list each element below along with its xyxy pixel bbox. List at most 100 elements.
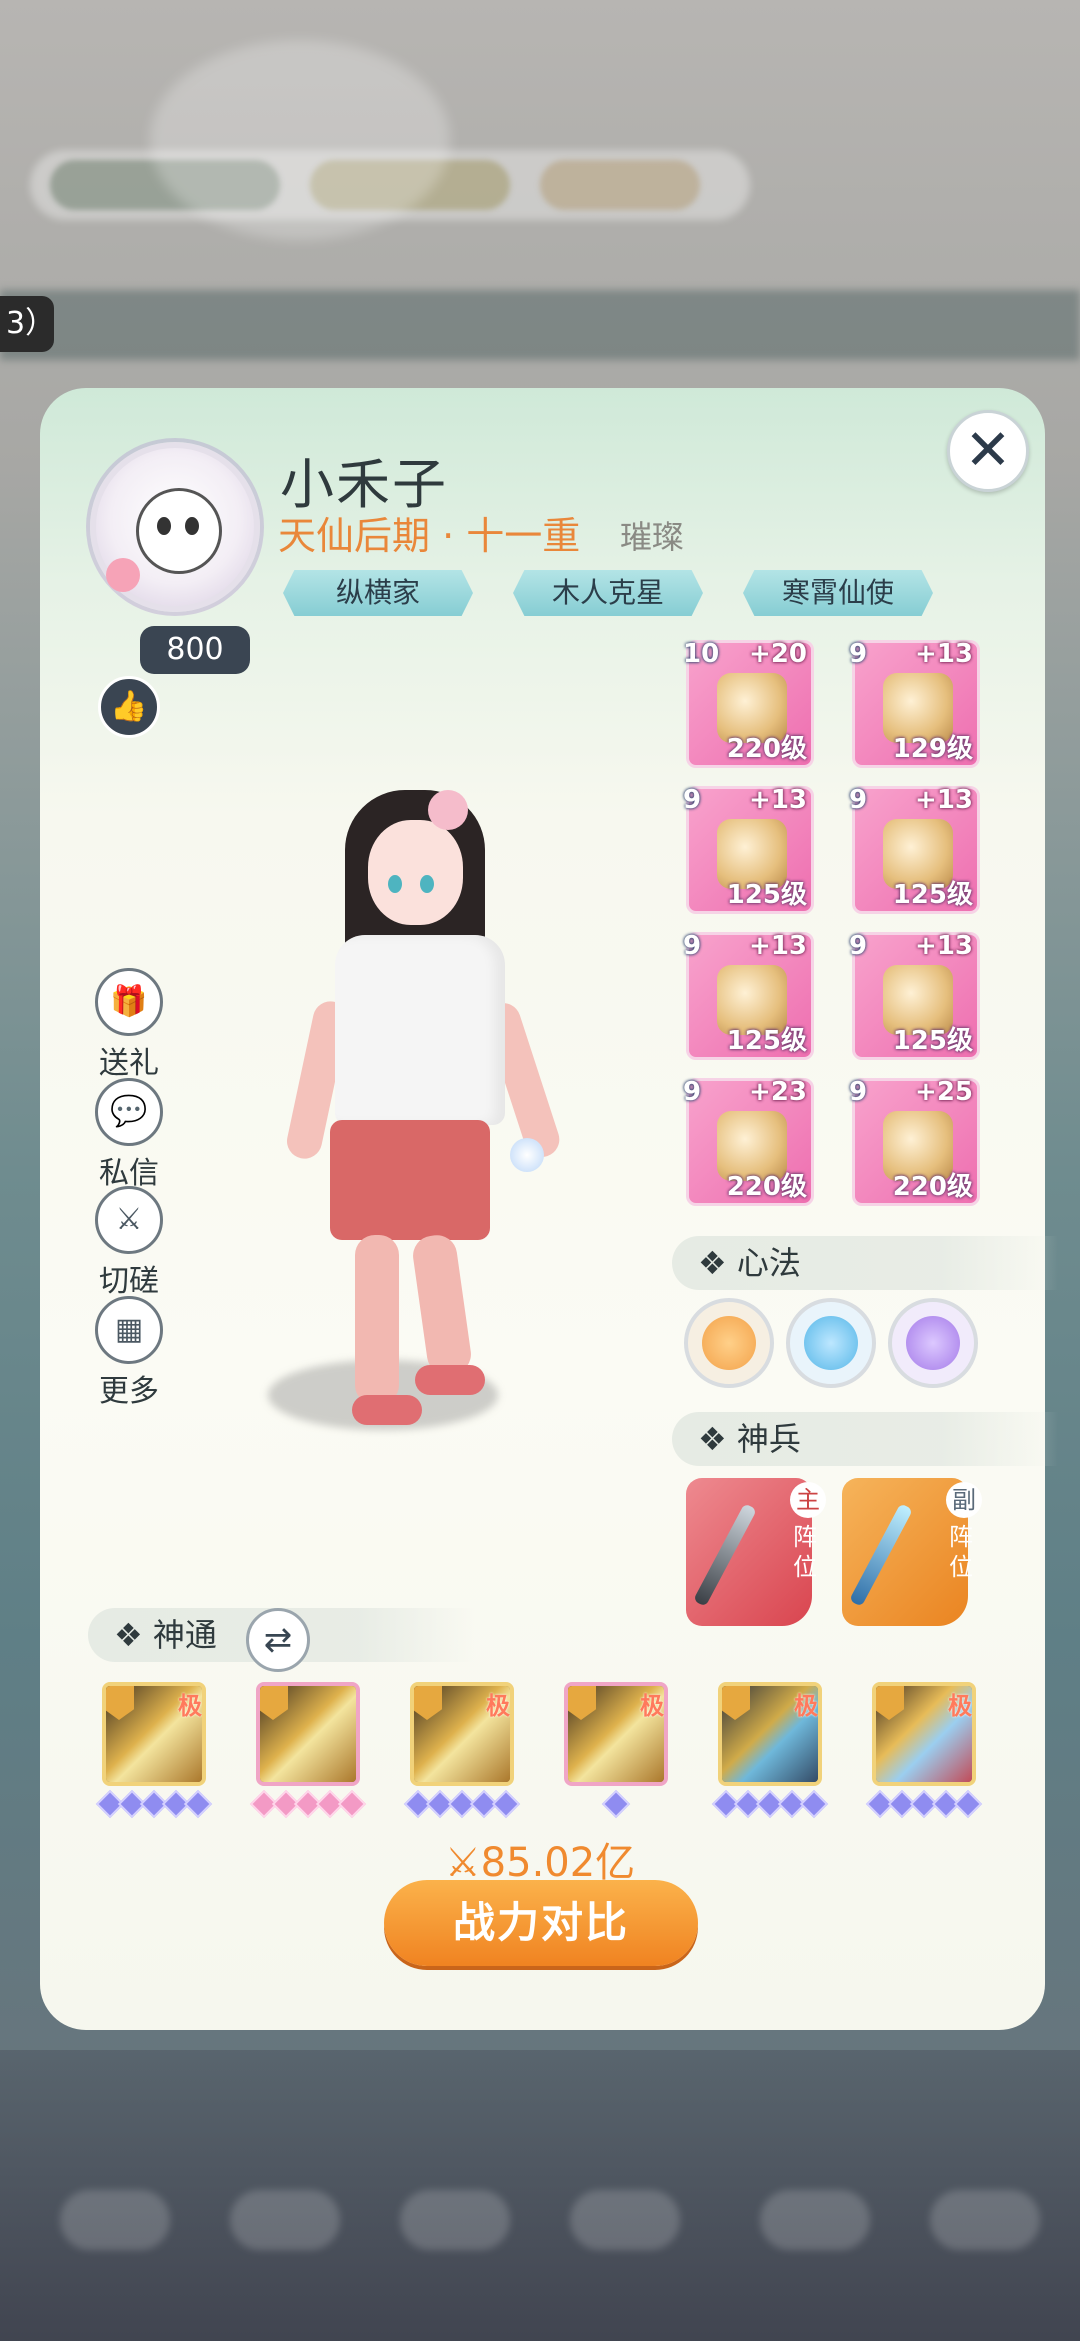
star-gems	[403, 1789, 521, 1819]
character-hair-flower	[428, 790, 468, 830]
like-count: 800	[140, 626, 250, 674]
equipment-level: 125级	[726, 1026, 807, 1056]
avatar[interactable]	[90, 442, 260, 612]
star-gems	[601, 1789, 631, 1819]
equipment-slot[interactable]: 9 +13 125级	[683, 931, 814, 1060]
equipment-star: 9	[849, 639, 868, 669]
equipment-slot[interactable]: 9 +13 125级	[683, 785, 814, 914]
equipment-enhance: +20	[749, 639, 807, 669]
duel-label: 切磋	[99, 1264, 159, 1299]
equipment-enhance: +13	[915, 931, 973, 961]
swap-button[interactable]: ⇄	[246, 1608, 310, 1672]
equipment-slot[interactable]: 10 +20 220级	[683, 639, 814, 768]
equipment-slot[interactable]: 9 +25 220级	[849, 1077, 980, 1206]
gift-button[interactable]: 🎁 送礼	[94, 968, 164, 1082]
more-button[interactable]: ▦ 更多	[94, 1296, 164, 1410]
character-head	[368, 820, 463, 925]
message-button[interactable]: 💬 私信	[94, 1078, 164, 1192]
swap-arrows-icon: ⇄	[263, 1620, 293, 1660]
equipment-star: 9	[683, 1077, 702, 1107]
xinfa-title: 心法	[736, 1244, 801, 1282]
shentong-skill[interactable]: 极	[718, 1682, 822, 1786]
weapon-position: 阵位	[949, 1523, 973, 1581]
gift-icon: 🎁	[95, 968, 163, 1036]
star-gems	[865, 1789, 983, 1819]
equipment-star: 10	[683, 639, 720, 669]
shenbing-section-header: ❖ 神兵	[672, 1412, 1058, 1466]
equipment-enhance: +23	[749, 1077, 807, 1107]
shenbing-title: 神兵	[736, 1420, 801, 1458]
shentong-skill[interactable]	[256, 1682, 360, 1786]
equipment-enhance: +13	[749, 931, 807, 961]
star-gems	[95, 1789, 213, 1819]
power-compare-button[interactable]: 战力对比	[384, 1880, 698, 1966]
background-nav-item	[60, 2190, 170, 2250]
crossed-swords-icon: ⚔	[95, 1186, 163, 1254]
character-orb	[510, 1138, 544, 1172]
equipment-enhance: +25	[915, 1077, 973, 1107]
xinfa-skill-art	[804, 1316, 858, 1370]
equipment-star: 9	[849, 785, 868, 815]
character-shirt	[335, 935, 505, 1125]
equipment-level: 220级	[726, 734, 807, 764]
equipment-slot[interactable]: 9 +13 125级	[849, 931, 980, 1060]
message-icon: 💬	[95, 1078, 163, 1146]
close-button[interactable]: ✕	[947, 410, 1029, 492]
background-nav-item	[230, 2190, 340, 2250]
sword-icon	[692, 1503, 758, 1607]
thumbs-up-icon[interactable]: 👍	[98, 676, 160, 738]
background-chip	[540, 160, 700, 210]
background-nav-item	[400, 2190, 510, 2250]
background-nav-item	[570, 2190, 680, 2250]
weapon-tag: 副	[946, 1482, 982, 1518]
diamond-icon: ❖	[698, 1420, 737, 1458]
avatar-face	[136, 488, 222, 574]
equipment-slot[interactable]: 9 +13 125级	[849, 785, 980, 914]
secondary-weapon-slot[interactable]: 副 阵位	[842, 1478, 982, 1626]
character-eye	[388, 875, 402, 893]
shentong-skill[interactable]: 极	[410, 1682, 514, 1786]
gift-label: 送礼	[99, 1046, 159, 1081]
character-shorts	[330, 1120, 490, 1240]
xinfa-skill[interactable]	[684, 1298, 774, 1388]
equipment-level: 129级	[892, 734, 973, 764]
equipment-enhance: +13	[915, 785, 973, 815]
diamond-icon: ❖	[698, 1244, 737, 1282]
grade-badge: 极	[178, 1692, 202, 1720]
equipment-level: 125级	[892, 1026, 973, 1056]
background-nav-item	[760, 2190, 870, 2250]
more-label: 更多	[99, 1374, 159, 1409]
equipment-star: 9	[683, 931, 702, 961]
equipment-slot[interactable]: 9 +23 220级	[683, 1077, 814, 1206]
xinfa-skill[interactable]	[786, 1298, 876, 1388]
shentong-skill[interactable]: 极	[872, 1682, 976, 1786]
character-eye	[420, 875, 434, 893]
background-blob	[150, 40, 450, 240]
equipment-star: 9	[849, 931, 868, 961]
background-badge: 3）	[0, 296, 55, 352]
character-shoe	[415, 1365, 485, 1395]
avatar-eye	[185, 517, 199, 535]
duel-button[interactable]: ⚔ 切磋	[94, 1186, 164, 1300]
star-gems	[249, 1789, 367, 1819]
shentong-skill[interactable]: 极	[102, 1682, 206, 1786]
weapon-position: 阵位	[793, 1523, 817, 1581]
title-tag[interactable]: 寒霄仙使	[743, 570, 933, 616]
equipment-enhance: +13	[749, 785, 807, 815]
character-shoe	[352, 1395, 422, 1425]
xinfa-skill[interactable]	[888, 1298, 978, 1388]
title-tag[interactable]: 木人克星	[513, 570, 703, 616]
player-rank: 璀璨	[620, 518, 685, 556]
avatar-flower	[106, 558, 140, 592]
main-weapon-slot[interactable]: 主 阵位	[686, 1478, 826, 1626]
equipment-slot[interactable]: 9 +13 129级	[849, 639, 980, 768]
grade-badge: 极	[640, 1692, 664, 1720]
background-bottom-bar	[0, 2050, 1080, 2341]
shentong-skill[interactable]: 极	[564, 1682, 668, 1786]
title-tag[interactable]: 纵横家	[283, 570, 473, 616]
avatar-eye	[157, 517, 171, 535]
grade-badge: 极	[794, 1692, 818, 1720]
equipment-level: 125级	[892, 880, 973, 910]
equipment-level: 125级	[726, 880, 807, 910]
equipment-star: 9	[683, 785, 702, 815]
